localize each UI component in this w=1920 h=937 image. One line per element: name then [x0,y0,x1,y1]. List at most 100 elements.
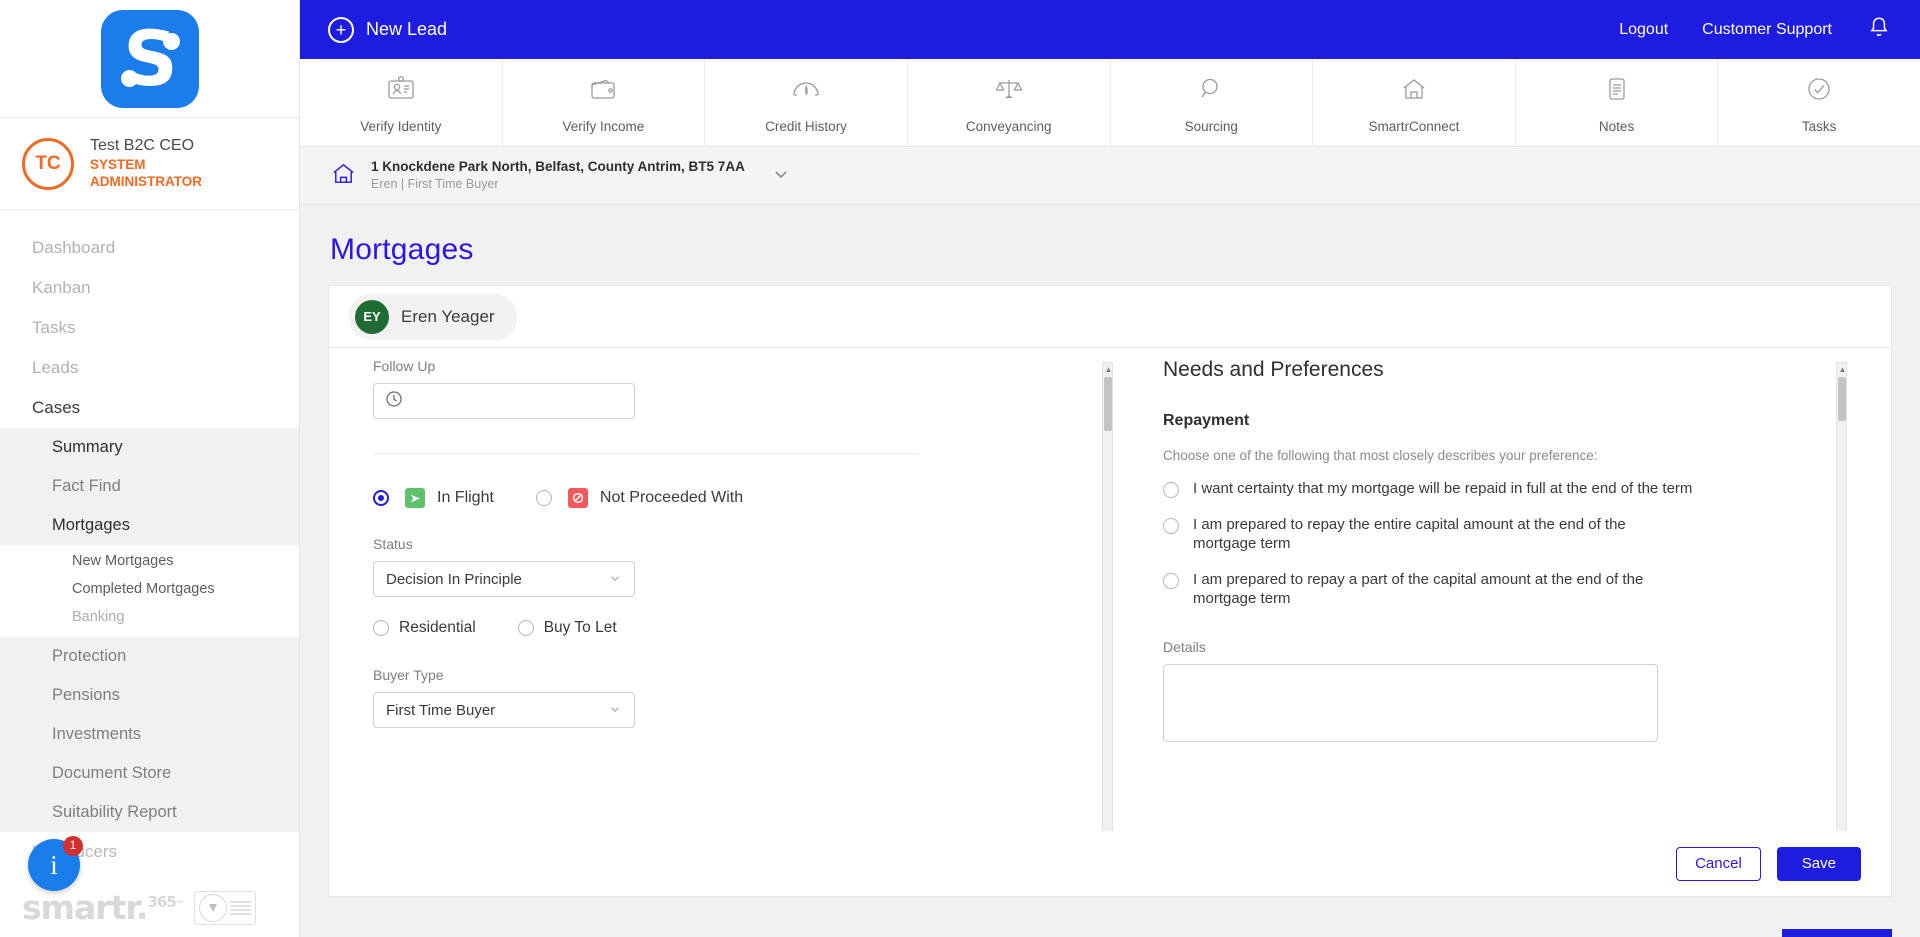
page-title: Mortgages [330,233,474,266]
wallet-icon [586,72,620,110]
sidebar-item-pensions[interactable]: Pensions [0,676,299,715]
brand-wordmark: smartr.365™ [22,888,185,927]
sidebar-item-suitability-report[interactable]: Suitability Report [0,793,299,832]
new-lead-label: New Lead [366,19,448,39]
customer-support-link[interactable]: Customer Support [1702,21,1832,39]
top-bar: + New Lead Logout Customer Support [300,0,1920,59]
user-role: SYSTEM ADMINISTRATOR [90,157,202,189]
sidebar-cases-submenu: Summary Fact Find Mortgages [0,428,299,545]
info-glyph: i [50,849,58,880]
smartr-s-logo-icon: S [100,9,199,108]
preference-option[interactable]: I am prepared to repay the entire capita… [1163,515,1847,554]
sidebar-item-protection[interactable]: Protection [0,637,299,676]
info-icon[interactable]: i 1 [28,836,83,891]
bottom-accent-strip [1782,929,1892,937]
sidebar-cases-submenu-2: Protection Pensions Investments Document… [0,637,299,832]
right-panel-scrollbar[interactable]: ▲ ▼ [1836,362,1847,840]
status-select[interactable]: Decision In Principle [373,561,635,597]
check-circle-icon [1802,72,1836,110]
sidebar-item-fact-find[interactable]: Fact Find [0,467,299,506]
sidebar-item-investments[interactable]: Investments [0,715,299,754]
sidebar-item-mortgages[interactable]: Mortgages [0,506,299,545]
sidebar-item-completed-mortgages[interactable]: Completed Mortgages [0,575,299,603]
logout-link[interactable]: Logout [1619,21,1668,39]
feature-tabbar: Verify Identity Verify Income Credit His… [300,59,1920,147]
preference-label: I want certainty that my mortgage will b… [1193,480,1693,497]
preference-label: I am prepared to repay the entire capita… [1193,515,1626,553]
sidebar-mortgages-submenu: New Mortgages Completed Mortgages Bankin… [0,545,299,637]
sidebar-item-leads[interactable]: Leads [0,348,299,388]
needs-title: Needs and Preferences [1163,358,1384,381]
radio-residential[interactable] [373,620,389,636]
radio-in-flight[interactable] [373,490,389,506]
address-text: 1 Knockdene Park North, Belfast, County … [371,158,745,193]
tab-conveyancing[interactable]: Conveyancing [908,59,1111,146]
scroll-up-icon[interactable]: ▲ [1837,363,1847,375]
mortgage-details-panel: Follow Up In Flight Not Proceeded With S… [373,358,1113,844]
sidebar-item-cases[interactable]: Cases [0,388,299,428]
tab-notes[interactable]: Notes [1516,59,1719,146]
radio-not-proceeded-with[interactable] [535,490,552,506]
tab-credit-history[interactable]: Credit History [705,59,908,146]
scroll-thumb[interactable] [1104,377,1112,431]
preference-option[interactable]: I want certainty that my mortgage will b… [1163,479,1847,499]
sidebar-item-summary[interactable]: Summary [0,428,299,467]
repayment-help-text: Choose one of the following that most cl… [1163,448,1598,463]
sidebar-item-kanban[interactable]: Kanban [0,268,299,308]
logo-letter: S [123,14,178,103]
cert-circle-icon [198,893,227,922]
scroll-up-icon[interactable]: ▲ [1103,363,1113,375]
buyer-type-select[interactable]: First Time Buyer [373,692,635,728]
address-bar[interactable]: 1 Knockdene Park North, Belfast, County … [300,147,1920,205]
chevron-down-icon[interactable] [771,164,791,188]
app-root: S TC Test B2C CEO SYSTEM ADMINISTRATOR D… [0,0,1920,937]
left-panel-scrollbar[interactable]: ▲ ▼ [1102,362,1113,840]
tab-label: Conveyancing [965,118,1052,134]
sidebar-item-dashboard[interactable]: Dashboard [0,228,299,268]
tab-tasks[interactable]: Tasks [1718,59,1920,146]
tab-smartrconnect[interactable]: SmartrConnect [1313,59,1516,146]
in-flight-label: In Flight [437,489,494,506]
sidebar-item-banking[interactable]: Banking [0,603,299,631]
radio-buy-to-let[interactable] [517,620,534,636]
tab-sourcing[interactable]: Sourcing [1111,59,1314,146]
sidebar-item-new-mortgages[interactable]: New Mortgages [0,547,299,575]
new-lead-button[interactable]: + New Lead [328,16,448,43]
details-textarea[interactable] [1163,663,1658,742]
buyer-type-value: First Time Buyer [386,701,496,719]
tab-verify-income[interactable]: Verify Income [503,59,706,146]
app-logo[interactable]: S [0,0,299,118]
top-bar-right: Logout Customer Support [1619,15,1892,45]
scroll-thumb[interactable] [1838,377,1846,421]
follow-up-input[interactable] [373,383,635,419]
annotation-red-arrow-icon [373,722,381,782]
notification-bell-icon[interactable] [1866,15,1892,45]
sidebar-nav: Dashboard Kanban Tasks Leads Cases Summa… [0,210,299,872]
radio-preference-1[interactable] [1163,482,1179,498]
sidebar-item-tasks[interactable]: Tasks [0,308,299,348]
tab-label: Sourcing [1184,118,1238,134]
buyer-type-field: Buyer Type First Time Buyer [373,667,1113,728]
save-button[interactable]: Save [1776,846,1861,881]
brand-dot: . [135,888,149,927]
radio-preference-3[interactable] [1163,572,1179,589]
brand-sup: 365 [147,893,176,911]
client-row: EY Eren Yeager [329,286,1891,348]
cancel-button[interactable]: Cancel [1676,846,1761,881]
user-profile[interactable]: TC Test B2C CEO SYSTEM ADMINISTRATOR [0,118,299,210]
tab-label: Verify Identity [360,118,442,134]
tab-verify-identity[interactable]: Verify Identity [300,59,503,146]
status-label: Status [373,536,413,552]
client-chip[interactable]: EY Eren Yeager [349,293,517,340]
notes-icon [1600,72,1634,110]
residential-label: Residential [399,619,476,636]
status-value: Decision In Principle [386,570,522,588]
main-area: + New Lead Logout Customer Support Verif… [300,0,1920,937]
gauge-icon [789,72,823,110]
info-badge-count: 1 [63,836,83,856]
sidebar-item-document-store[interactable]: Document Store [0,754,299,793]
needs-and-preferences-panel: Needs and Preferences Repayment Choose o… [1163,358,1847,844]
preference-option[interactable]: I am prepared to repay a part of the cap… [1163,570,1847,609]
buy-to-let-label: Buy To Let [543,619,617,636]
radio-preference-2[interactable] [1163,517,1179,534]
